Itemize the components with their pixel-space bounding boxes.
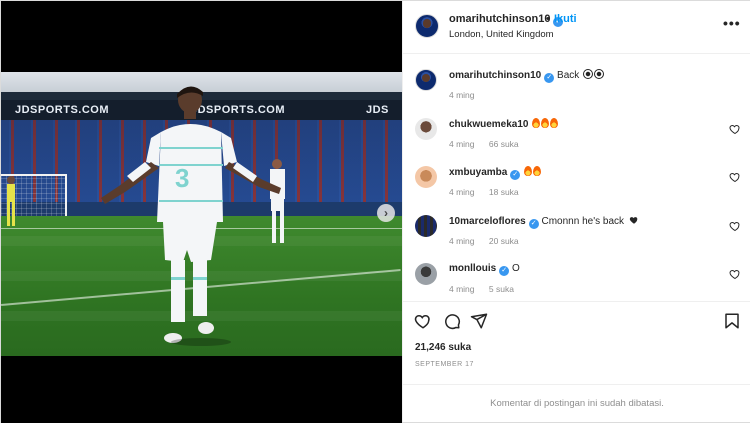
more-icon[interactable]: ••• — [723, 15, 741, 31]
avatar[interactable] — [415, 14, 439, 38]
soccer-ball-icon — [594, 69, 605, 79]
post-media: JDSPORTS.COM JDSPORTS.COM JDS 3 › — [1, 1, 402, 423]
photo-players: 3 — [7, 86, 285, 346]
comments-disabled-notice: Komentar di postingan ini sudah dibatasi… — [403, 384, 750, 422]
comment-body: Cmonnn he's back — [541, 216, 625, 227]
verified-icon: ✓ — [499, 266, 510, 276]
comment-text: chukwuemeka10 — [449, 118, 559, 130]
verified-icon: ✓ — [528, 219, 539, 229]
likes-count[interactable]: 21,246 suka — [415, 342, 471, 353]
share-icon[interactable] — [470, 312, 488, 330]
avatar[interactable] — [415, 69, 437, 91]
heart-icon[interactable] — [729, 268, 741, 280]
post-caption: omarihutchinson10 ✓ Back 4 ming — [403, 61, 750, 106]
instagram-post-view: JDSPORTS.COM JDSPORTS.COM JDS 3 › omarih… — [0, 0, 750, 423]
comment-time[interactable]: 4 ming — [449, 236, 475, 246]
comment-meta: 4 ming 66 suka — [449, 139, 531, 149]
post-author-name[interactable]: omarihutchinson10 — [449, 13, 550, 25]
post-date[interactable]: SEPTEMBER 17 — [415, 361, 474, 368]
post-location[interactable]: London, United Kingdom — [449, 29, 554, 40]
comment-likes[interactable]: 66 suka — [489, 139, 519, 149]
caption-author[interactable]: omarihutchinson10 — [449, 70, 541, 81]
comment-item: 10marceloflores ✓ Cmonnn he's back 4 ming… — [403, 207, 750, 252]
comment-likes[interactable]: 5 suka — [489, 284, 514, 294]
follow-button[interactable]: Ikuti — [554, 13, 577, 25]
comment-item: xmbuyamba ✓ 4 ming 18 suka — [403, 158, 750, 203]
comment-icon[interactable] — [443, 312, 461, 330]
comment-meta: 4 ming 18 suka — [449, 187, 531, 197]
soccer-ball-icon — [583, 69, 594, 79]
comment-author[interactable]: monllouis — [449, 263, 496, 274]
avatar[interactable] — [415, 215, 437, 237]
comment-text: 10marceloflores ✓ Cmonnn he's back — [449, 215, 639, 229]
caption-meta: 4 ming — [449, 90, 487, 100]
comment-meta: 4 ming 5 suka — [449, 284, 526, 294]
comment-time[interactable]: 4 ming — [449, 139, 475, 149]
comment-time[interactable]: 4 ming — [449, 187, 475, 197]
heart-icon[interactable] — [729, 123, 741, 135]
comment-time[interactable]: 4 ming — [449, 284, 475, 294]
comment-likes[interactable]: 20 suka — [489, 236, 519, 246]
heart-icon[interactable] — [729, 171, 741, 183]
fire-icon — [550, 118, 559, 128]
caption-time[interactable]: 4 ming — [449, 90, 475, 100]
follow-separator: • — [546, 13, 550, 25]
fire-icon — [541, 118, 550, 128]
avatar[interactable] — [415, 166, 437, 188]
caption-text: omarihutchinson10 ✓ Back — [449, 69, 605, 83]
fire-icon — [524, 166, 533, 176]
avatar[interactable] — [415, 118, 437, 140]
verified-icon: ✓ — [510, 170, 521, 180]
comment-text: xmbuyamba ✓ — [449, 166, 542, 180]
comment-text: monllouis ✓ O — [449, 263, 520, 276]
bookmark-icon[interactable] — [723, 312, 741, 330]
comment-likes[interactable]: 18 suka — [489, 187, 519, 197]
comment-item: chukwuemeka10 4 ming 66 suka — [403, 110, 750, 155]
comment-author[interactable]: chukwuemeka10 — [449, 119, 529, 130]
next-arrow-icon[interactable]: › — [377, 204, 395, 222]
black-heart-icon — [629, 217, 638, 224]
svg-text:3: 3 — [175, 163, 189, 193]
comment-author[interactable]: 10marceloflores — [449, 216, 526, 227]
comment-item: monllouis ✓ O 4 ming 5 suka — [403, 255, 750, 300]
next-arrow-glyph: › — [384, 206, 388, 220]
post-header: omarihutchinson10 ✓ • Ikuti London, Unite… — [403, 1, 750, 54]
comment-meta: 4 ming 20 suka — [449, 236, 531, 246]
avatar[interactable] — [415, 263, 437, 285]
fire-icon — [532, 118, 541, 128]
heart-icon[interactable] — [729, 220, 741, 232]
post-sidebar: omarihutchinson10 ✓ • Ikuti London, Unite… — [402, 1, 750, 422]
fire-icon — [533, 166, 542, 176]
comment-author[interactable]: xmbuyamba — [449, 167, 507, 178]
post-photo[interactable]: JDSPORTS.COM JDSPORTS.COM JDS 3 — [1, 72, 402, 356]
verified-icon: ✓ — [544, 73, 555, 83]
post-actions — [403, 301, 750, 341]
comment-body: O — [512, 263, 520, 274]
caption-body: Back — [557, 70, 580, 81]
heart-icon[interactable] — [414, 312, 432, 330]
